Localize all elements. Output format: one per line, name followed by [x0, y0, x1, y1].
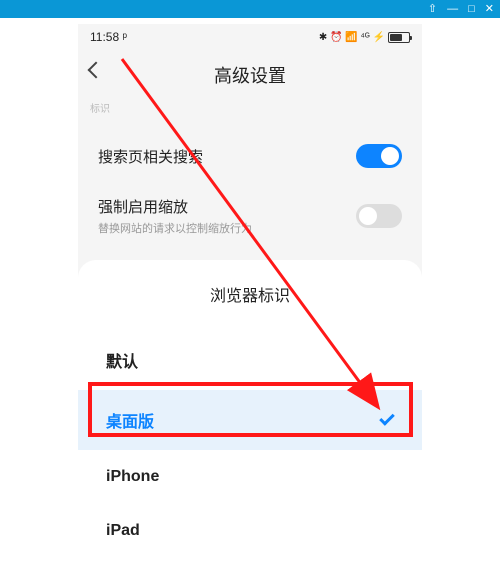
- tag-label: 标识: [90, 100, 110, 115]
- back-button[interactable]: [88, 62, 105, 79]
- phone-screen: 11:58 ᵖ ✱ ⏰ 📶 ⁴ᴳ ⚡ 高级设置 标识 搜索页相关搜索 强制启用缩…: [78, 24, 422, 580]
- status-time: 11:58: [90, 30, 119, 44]
- bottom-sheet: 浏览器标识 默认 桌面版 iPhone iPad: [78, 260, 422, 580]
- option-label: 桌面版: [106, 408, 154, 432]
- minimize-icon[interactable]: —: [447, 4, 458, 15]
- pin-icon[interactable]: ⇧: [428, 4, 437, 15]
- close-icon[interactable]: ✕: [485, 4, 494, 15]
- check-icon: [379, 410, 395, 426]
- toggle-on[interactable]: [356, 144, 402, 168]
- option-default[interactable]: 默认: [78, 330, 422, 390]
- setting-search-suggestion[interactable]: 搜索页相关搜索: [78, 130, 422, 182]
- option-desktop[interactable]: 桌面版: [78, 390, 422, 450]
- option-ipad[interactable]: iPad: [78, 504, 422, 558]
- setting-sublabel: 替换网站的请求以控制缩放行为: [98, 220, 252, 236]
- maximize-icon[interactable]: □: [468, 4, 475, 15]
- option-label: iPad: [106, 522, 140, 540]
- toggle-off[interactable]: [356, 204, 402, 228]
- setting-label: 强制启用缩放: [98, 196, 252, 217]
- status-icons: ✱ ⏰ 📶 ⁴ᴳ ⚡: [319, 32, 385, 43]
- emulator-titlebar: ⇧ — □ ✕: [0, 0, 500, 18]
- page-header: 高级设置: [78, 50, 422, 100]
- battery-icon: [388, 32, 410, 43]
- option-label: 默认: [106, 348, 138, 372]
- setting-force-zoom[interactable]: 强制启用缩放 替换网站的请求以控制缩放行为: [78, 182, 422, 250]
- setting-label: 搜索页相关搜索: [98, 146, 203, 167]
- settings-list: 搜索页相关搜索 强制启用缩放 替换网站的请求以控制缩放行为: [78, 130, 422, 250]
- option-iphone[interactable]: iPhone: [78, 450, 422, 504]
- status-p: ᵖ: [122, 30, 127, 44]
- option-label: iPhone: [106, 468, 159, 486]
- status-bar: 11:58 ᵖ ✱ ⏰ 📶 ⁴ᴳ ⚡: [78, 24, 422, 50]
- sheet-title: 浏览器标识: [78, 282, 422, 306]
- page-title: 高级设置: [214, 62, 286, 88]
